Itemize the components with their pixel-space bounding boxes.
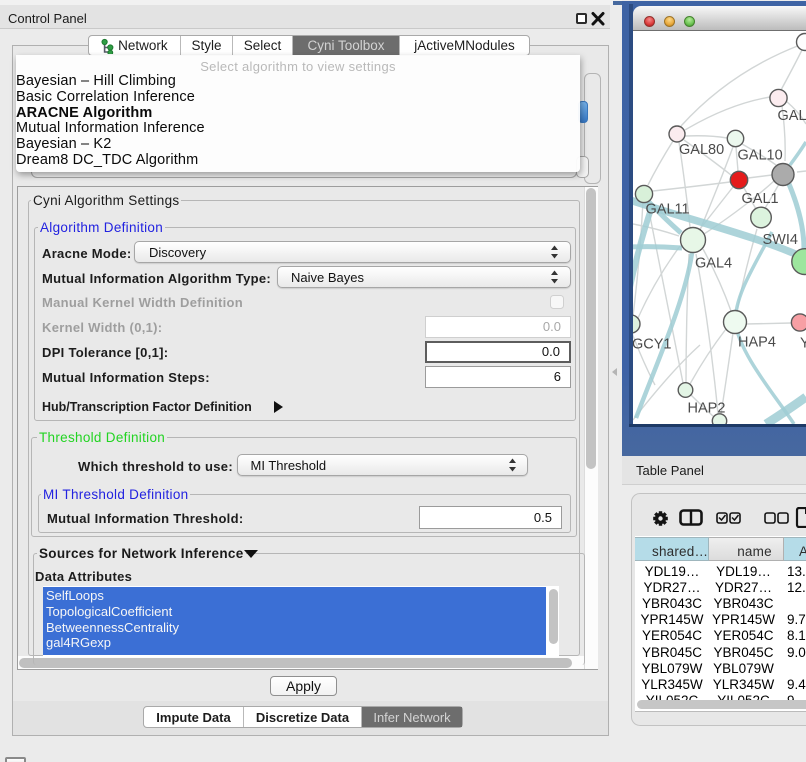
svg-text:GAL10: GAL10: [738, 148, 783, 164]
svg-text:GAL80: GAL80: [679, 142, 724, 158]
svg-text:GAL2: GAL2: [778, 108, 806, 124]
svg-text:HAP2: HAP2: [688, 401, 726, 417]
svg-text:GAL4: GAL4: [695, 256, 732, 272]
svg-text:YE: YE: [800, 336, 806, 352]
svg-text:GAL1: GAL1: [742, 191, 779, 207]
svg-text:HAP4: HAP4: [738, 335, 776, 351]
svg-text:GCY1: GCY1: [633, 337, 672, 353]
svg-text:SWI4: SWI4: [763, 232, 798, 248]
svg-text:GAL11: GAL11: [646, 202, 690, 218]
